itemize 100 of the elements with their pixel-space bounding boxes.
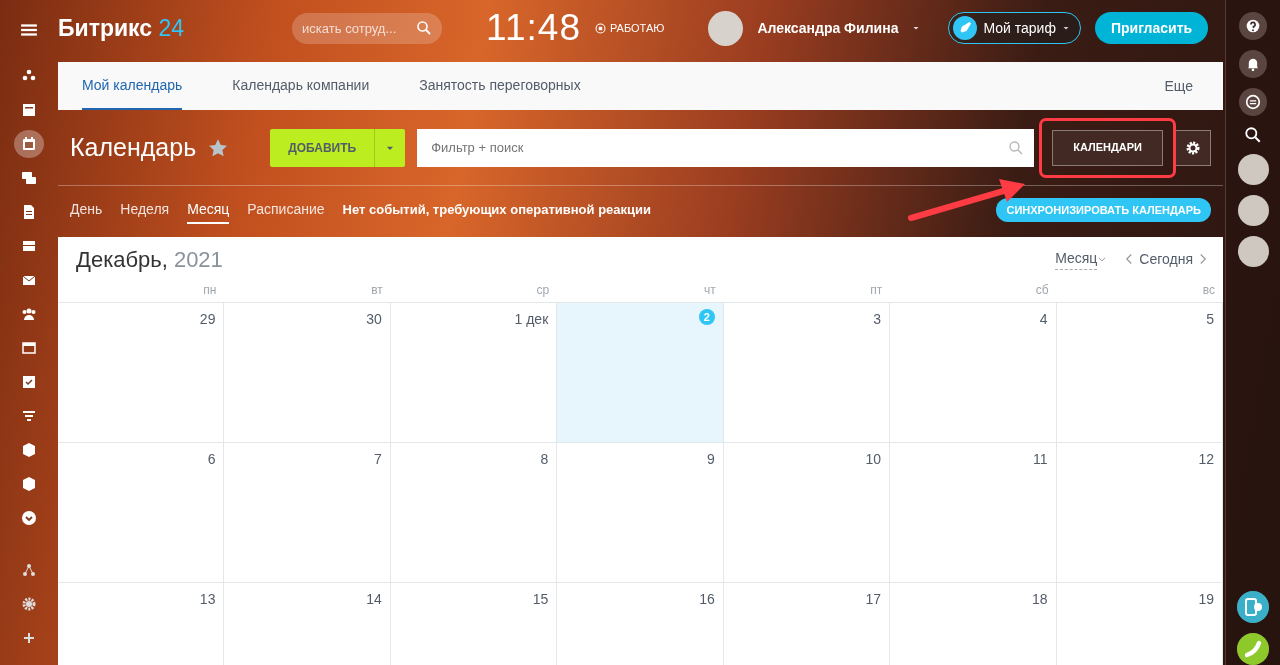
more-menu[interactable]: Еще bbox=[1158, 62, 1199, 110]
day-number: 7 bbox=[374, 450, 382, 469]
day-cell[interactable]: 8 bbox=[390, 443, 558, 582]
weekday-label: ср bbox=[535, 282, 551, 299]
day-cell[interactable]: 16 bbox=[557, 583, 724, 665]
window-icon[interactable] bbox=[21, 340, 37, 356]
day-cell[interactable]: 6 bbox=[58, 443, 225, 582]
settings-button[interactable] bbox=[1175, 129, 1211, 166]
day-number: 11 bbox=[1033, 450, 1048, 469]
view-tab[interactable]: Неделя bbox=[120, 196, 170, 224]
day-cell[interactable]: 19 bbox=[1056, 583, 1223, 665]
chevron-down-icon[interactable] bbox=[21, 510, 37, 526]
structure-icon[interactable] bbox=[21, 562, 37, 578]
weekday-label: пн bbox=[202, 282, 218, 299]
user-avatar[interactable] bbox=[708, 10, 744, 46]
avatar[interactable] bbox=[1237, 236, 1269, 267]
filter-field[interactable]: Фильтр + поиск bbox=[417, 128, 1035, 167]
day-cell[interactable]: 11 bbox=[890, 443, 1057, 582]
day-number: 8 bbox=[540, 450, 549, 469]
avatar[interactable] bbox=[1237, 195, 1269, 226]
day-number: 17 bbox=[865, 590, 882, 609]
day-cell[interactable]: 4 bbox=[890, 303, 1057, 442]
view-tab[interactable]: Месяц bbox=[187, 196, 230, 224]
day-number: 12 bbox=[1198, 450, 1214, 469]
drive-icon[interactable] bbox=[21, 238, 37, 254]
day-number: 16 bbox=[699, 590, 715, 609]
calendars-button[interactable]: КАЛЕНДАРИ bbox=[1052, 129, 1163, 166]
tab[interactable]: Мой календарь bbox=[82, 62, 183, 110]
weekday-label: чт bbox=[702, 282, 717, 299]
tab[interactable]: Занятость переговорных bbox=[419, 62, 581, 110]
rocket-icon bbox=[953, 16, 978, 40]
day-cell[interactable]: 10 bbox=[723, 443, 891, 582]
funnel-icon[interactable] bbox=[21, 408, 37, 424]
feed-icon[interactable] bbox=[21, 102, 37, 118]
day-cell[interactable]: 13 bbox=[58, 583, 225, 665]
year-title: 2021 bbox=[173, 245, 223, 274]
calendar-icon[interactable] bbox=[21, 136, 37, 152]
logo[interactable]: Битрикс 24 bbox=[58, 10, 185, 46]
cube-icon[interactable] bbox=[21, 442, 37, 458]
plus-icon[interactable] bbox=[21, 630, 37, 646]
chat-icon[interactable] bbox=[1239, 88, 1267, 116]
help-icon[interactable] bbox=[1239, 12, 1267, 40]
day-number: 10 bbox=[865, 450, 882, 469]
view-tab[interactable]: Расписание bbox=[247, 196, 325, 224]
day-number: 29 bbox=[199, 310, 216, 329]
day-cell[interactable]: 3 bbox=[723, 303, 891, 442]
weekday-label: сб bbox=[1034, 282, 1050, 299]
day-number: 5 bbox=[1206, 310, 1214, 329]
page-title: Календарь bbox=[70, 131, 197, 163]
search-icon[interactable] bbox=[1244, 126, 1262, 144]
tab[interactable]: Календарь компании bbox=[232, 62, 370, 110]
star-icon[interactable] bbox=[208, 137, 229, 158]
work-status[interactable]: РАБОТАЮ bbox=[609, 19, 665, 37]
day-cell[interactable]: 14 bbox=[224, 583, 391, 665]
cube-icon[interactable] bbox=[21, 476, 37, 492]
day-number: 30 bbox=[366, 310, 382, 329]
notice-text: Нет событий, требующих оперативной реакции bbox=[342, 201, 652, 220]
day-cell[interactable]: 29 bbox=[58, 303, 225, 442]
checkbox-icon[interactable] bbox=[21, 374, 37, 390]
phone-icon[interactable] bbox=[1237, 633, 1269, 665]
stop-icon[interactable] bbox=[594, 22, 606, 34]
caret-icon bbox=[1061, 24, 1070, 32]
gear-icon bbox=[1185, 139, 1201, 156]
day-number: 1 дек bbox=[514, 310, 549, 329]
day-number: 6 bbox=[207, 450, 216, 469]
day-cell[interactable]: 7 bbox=[224, 443, 391, 582]
day-number: 14 bbox=[366, 590, 382, 609]
user-name[interactable]: Александра Филина bbox=[757, 17, 899, 39]
chat-icon[interactable] bbox=[21, 170, 37, 186]
day-cell[interactable]: 18 bbox=[890, 583, 1057, 665]
day-number: 2 bbox=[698, 309, 715, 325]
view-selector[interactable]: Месяц bbox=[1055, 248, 1098, 270]
avatar[interactable] bbox=[1237, 154, 1269, 185]
day-number: 19 bbox=[1198, 590, 1214, 609]
caret-icon[interactable] bbox=[912, 24, 921, 32]
day-cell[interactable]: 12 bbox=[1056, 443, 1223, 582]
month-title: Декабрь, bbox=[76, 245, 168, 274]
today-button[interactable]: Сегодня bbox=[1139, 248, 1193, 270]
day-cell[interactable]: 15 bbox=[390, 583, 558, 665]
day-number: 13 bbox=[199, 590, 216, 609]
day-cell[interactable]: 17 bbox=[723, 583, 891, 665]
clock: 11:48 bbox=[486, 6, 581, 51]
tariff-button[interactable]: Мой тариф bbox=[948, 12, 1081, 44]
day-number: 4 bbox=[1039, 310, 1048, 329]
view-tab[interactable]: День bbox=[70, 196, 103, 224]
day-cell[interactable]: 9 bbox=[557, 443, 724, 582]
day-number: 9 bbox=[706, 450, 715, 469]
weekday-label: пт bbox=[869, 282, 884, 299]
phone-cloud-icon[interactable] bbox=[1237, 591, 1269, 623]
weekday-label: вс bbox=[1201, 282, 1216, 299]
people-icon[interactable] bbox=[21, 306, 37, 322]
document-icon[interactable] bbox=[21, 204, 37, 220]
day-number: 18 bbox=[1032, 590, 1048, 609]
weekday-label: вт bbox=[370, 282, 384, 299]
day-cell[interactable]: 30 bbox=[224, 303, 391, 442]
gear-icon[interactable] bbox=[21, 596, 37, 612]
day-number: 3 bbox=[873, 310, 882, 329]
day-cell[interactable]: 5 bbox=[1056, 303, 1223, 442]
menu-icon[interactable] bbox=[20, 21, 38, 39]
bell-icon[interactable] bbox=[1239, 50, 1267, 78]
